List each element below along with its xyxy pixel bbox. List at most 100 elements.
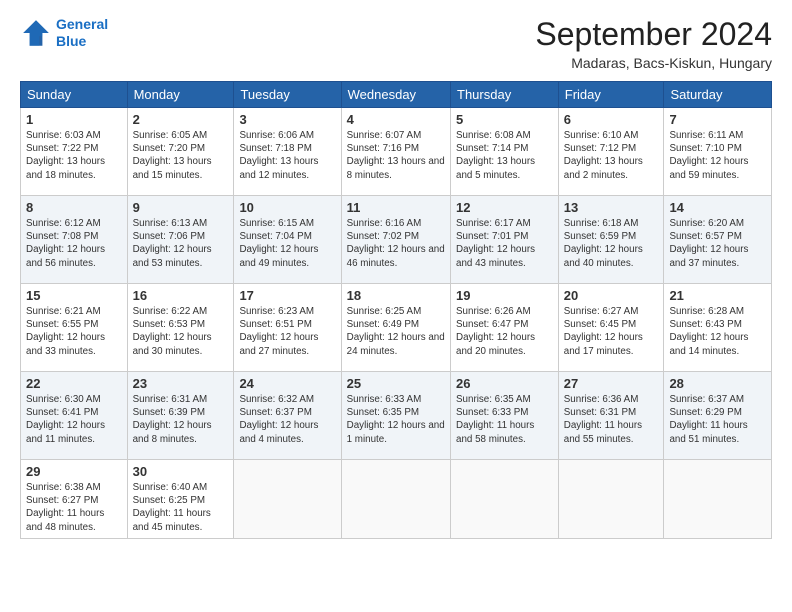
day-number: 7 <box>669 112 766 127</box>
day-info: Sunrise: 6:23 AMSunset: 6:51 PMDaylight:… <box>239 305 335 358</box>
day-info: Sunrise: 6:37 AMSunset: 6:29 PMDaylight:… <box>669 393 766 446</box>
day-info: Sunrise: 6:08 AMSunset: 7:14 PMDaylight:… <box>456 129 553 182</box>
day-info: Sunrise: 6:10 AMSunset: 7:12 PMDaylight:… <box>564 129 659 182</box>
day-number: 22 <box>26 376 122 391</box>
logo-line2: Blue <box>56 33 86 49</box>
day-info: Sunrise: 6:25 AMSunset: 6:49 PMDaylight:… <box>347 305 445 358</box>
day-number: 12 <box>456 200 553 215</box>
day-info: Sunrise: 6:27 AMSunset: 6:45 PMDaylight:… <box>564 305 659 358</box>
day-number: 6 <box>564 112 659 127</box>
day-info: Sunrise: 6:20 AMSunset: 6:57 PMDaylight:… <box>669 217 766 270</box>
day-info: Sunrise: 6:13 AMSunset: 7:06 PMDaylight:… <box>133 217 229 270</box>
logo-text: General Blue <box>56 16 108 50</box>
day-13: 13 Sunrise: 6:18 AMSunset: 6:59 PMDaylig… <box>558 196 664 284</box>
day-info: Sunrise: 6:26 AMSunset: 6:47 PMDaylight:… <box>456 305 553 358</box>
day-number: 16 <box>133 288 229 303</box>
day-number: 3 <box>239 112 335 127</box>
title-block: September 2024 Madaras, Bacs-Kiskun, Hun… <box>535 16 772 71</box>
logo-icon <box>20 17 52 49</box>
day-5: 5 Sunrise: 6:08 AMSunset: 7:14 PMDayligh… <box>451 108 559 196</box>
day-info: Sunrise: 6:03 AMSunset: 7:22 PMDaylight:… <box>26 129 122 182</box>
day-29: 29 Sunrise: 6:38 AMSunset: 6:27 PMDaylig… <box>21 460 128 539</box>
empty-cell <box>664 460 772 539</box>
header: General Blue September 2024 Madaras, Bac… <box>20 16 772 71</box>
day-1: 1 Sunrise: 6:03 AMSunset: 7:22 PMDayligh… <box>21 108 128 196</box>
day-19: 19 Sunrise: 6:26 AMSunset: 6:47 PMDaylig… <box>451 284 559 372</box>
weekday-header-row: Sunday Monday Tuesday Wednesday Thursday… <box>21 82 772 108</box>
day-info: Sunrise: 6:12 AMSunset: 7:08 PMDaylight:… <box>26 217 122 270</box>
day-6: 6 Sunrise: 6:10 AMSunset: 7:12 PMDayligh… <box>558 108 664 196</box>
day-info: Sunrise: 6:21 AMSunset: 6:55 PMDaylight:… <box>26 305 122 358</box>
day-number: 20 <box>564 288 659 303</box>
day-info: Sunrise: 6:18 AMSunset: 6:59 PMDaylight:… <box>564 217 659 270</box>
day-2: 2 Sunrise: 6:05 AMSunset: 7:20 PMDayligh… <box>127 108 234 196</box>
day-18: 18 Sunrise: 6:25 AMSunset: 6:49 PMDaylig… <box>341 284 450 372</box>
day-number: 5 <box>456 112 553 127</box>
week-row-4: 22 Sunrise: 6:30 AMSunset: 6:41 PMDaylig… <box>21 372 772 460</box>
day-info: Sunrise: 6:30 AMSunset: 6:41 PMDaylight:… <box>26 393 122 446</box>
empty-cell <box>341 460 450 539</box>
header-wednesday: Wednesday <box>341 82 450 108</box>
day-number: 30 <box>133 464 229 479</box>
day-4: 4 Sunrise: 6:07 AMSunset: 7:16 PMDayligh… <box>341 108 450 196</box>
calendar: Sunday Monday Tuesday Wednesday Thursday… <box>20 81 772 539</box>
day-number: 15 <box>26 288 122 303</box>
day-info: Sunrise: 6:40 AMSunset: 6:25 PMDaylight:… <box>133 481 229 534</box>
day-number: 10 <box>239 200 335 215</box>
empty-cell <box>451 460 559 539</box>
day-number: 28 <box>669 376 766 391</box>
header-saturday: Saturday <box>664 82 772 108</box>
day-8: 8 Sunrise: 6:12 AMSunset: 7:08 PMDayligh… <box>21 196 128 284</box>
header-thursday: Thursday <box>451 82 559 108</box>
location: Madaras, Bacs-Kiskun, Hungary <box>535 55 772 71</box>
day-10: 10 Sunrise: 6:15 AMSunset: 7:04 PMDaylig… <box>234 196 341 284</box>
day-number: 19 <box>456 288 553 303</box>
day-25: 25 Sunrise: 6:33 AMSunset: 6:35 PMDaylig… <box>341 372 450 460</box>
day-number: 11 <box>347 200 445 215</box>
week-row-2: 8 Sunrise: 6:12 AMSunset: 7:08 PMDayligh… <box>21 196 772 284</box>
day-21: 21 Sunrise: 6:28 AMSunset: 6:43 PMDaylig… <box>664 284 772 372</box>
day-info: Sunrise: 6:31 AMSunset: 6:39 PMDaylight:… <box>133 393 229 446</box>
day-info: Sunrise: 6:32 AMSunset: 6:37 PMDaylight:… <box>239 393 335 446</box>
day-info: Sunrise: 6:17 AMSunset: 7:01 PMDaylight:… <box>456 217 553 270</box>
header-tuesday: Tuesday <box>234 82 341 108</box>
day-22: 22 Sunrise: 6:30 AMSunset: 6:41 PMDaylig… <box>21 372 128 460</box>
day-number: 13 <box>564 200 659 215</box>
day-14: 14 Sunrise: 6:20 AMSunset: 6:57 PMDaylig… <box>664 196 772 284</box>
day-number: 23 <box>133 376 229 391</box>
day-info: Sunrise: 6:33 AMSunset: 6:35 PMDaylight:… <box>347 393 445 446</box>
day-info: Sunrise: 6:28 AMSunset: 6:43 PMDaylight:… <box>669 305 766 358</box>
week-row-5: 29 Sunrise: 6:38 AMSunset: 6:27 PMDaylig… <box>21 460 772 539</box>
day-number: 8 <box>26 200 122 215</box>
day-23: 23 Sunrise: 6:31 AMSunset: 6:39 PMDaylig… <box>127 372 234 460</box>
day-number: 18 <box>347 288 445 303</box>
day-info: Sunrise: 6:38 AMSunset: 6:27 PMDaylight:… <box>26 481 122 534</box>
day-info: Sunrise: 6:05 AMSunset: 7:20 PMDaylight:… <box>133 129 229 182</box>
header-friday: Friday <box>558 82 664 108</box>
day-number: 21 <box>669 288 766 303</box>
day-number: 14 <box>669 200 766 215</box>
day-info: Sunrise: 6:11 AMSunset: 7:10 PMDaylight:… <box>669 129 766 182</box>
day-info: Sunrise: 6:06 AMSunset: 7:18 PMDaylight:… <box>239 129 335 182</box>
day-number: 2 <box>133 112 229 127</box>
day-3: 3 Sunrise: 6:06 AMSunset: 7:18 PMDayligh… <box>234 108 341 196</box>
day-info: Sunrise: 6:36 AMSunset: 6:31 PMDaylight:… <box>564 393 659 446</box>
day-30: 30 Sunrise: 6:40 AMSunset: 6:25 PMDaylig… <box>127 460 234 539</box>
page: General Blue September 2024 Madaras, Bac… <box>0 0 792 612</box>
day-20: 20 Sunrise: 6:27 AMSunset: 6:45 PMDaylig… <box>558 284 664 372</box>
logo: General Blue <box>20 16 108 50</box>
day-number: 25 <box>347 376 445 391</box>
month-title: September 2024 <box>535 16 772 53</box>
day-number: 4 <box>347 112 445 127</box>
day-15: 15 Sunrise: 6:21 AMSunset: 6:55 PMDaylig… <box>21 284 128 372</box>
day-number: 29 <box>26 464 122 479</box>
day-info: Sunrise: 6:16 AMSunset: 7:02 PMDaylight:… <box>347 217 445 270</box>
day-number: 24 <box>239 376 335 391</box>
day-info: Sunrise: 6:22 AMSunset: 6:53 PMDaylight:… <box>133 305 229 358</box>
week-row-1: 1 Sunrise: 6:03 AMSunset: 7:22 PMDayligh… <box>21 108 772 196</box>
day-12: 12 Sunrise: 6:17 AMSunset: 7:01 PMDaylig… <box>451 196 559 284</box>
day-info: Sunrise: 6:35 AMSunset: 6:33 PMDaylight:… <box>456 393 553 446</box>
day-info: Sunrise: 6:07 AMSunset: 7:16 PMDaylight:… <box>347 129 445 182</box>
day-number: 27 <box>564 376 659 391</box>
day-28: 28 Sunrise: 6:37 AMSunset: 6:29 PMDaylig… <box>664 372 772 460</box>
